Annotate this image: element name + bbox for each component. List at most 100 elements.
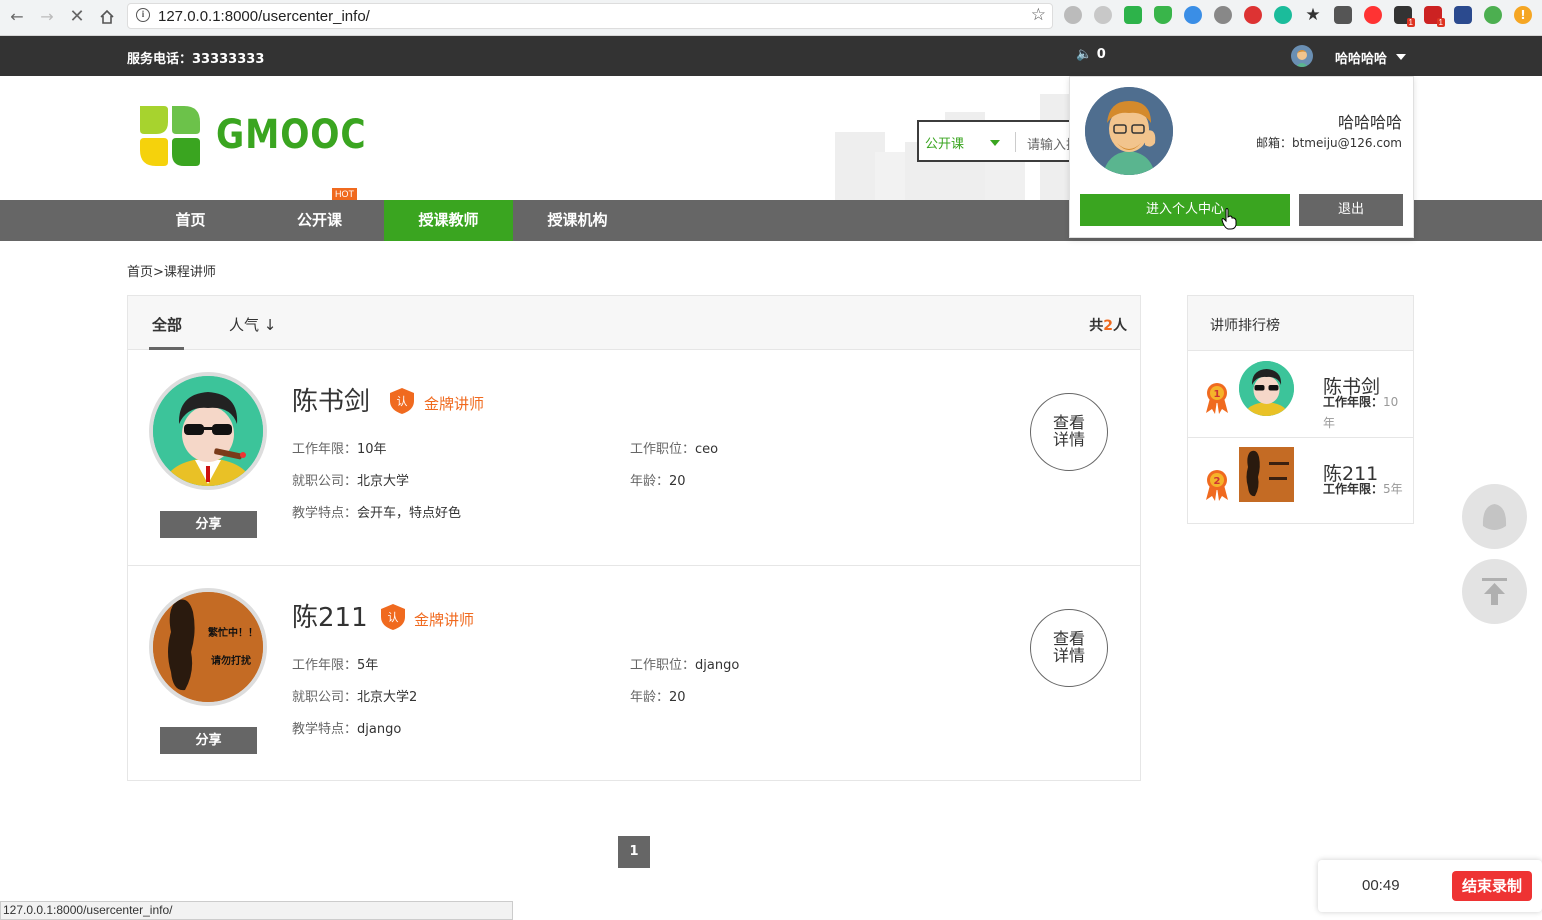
- tab-popularity[interactable]: 人气 ↓: [229, 314, 276, 335]
- ranking-years: 工作年限：5年: [1323, 482, 1403, 496]
- sort-tabs: 全部 人气 ↓ 共2人: [128, 296, 1140, 350]
- logout-button[interactable]: 退出: [1299, 194, 1403, 226]
- svg-text:2: 2: [1214, 476, 1221, 487]
- ranking-header: 讲师排行榜: [1188, 296, 1413, 351]
- back-to-top-button[interactable]: [1462, 559, 1527, 624]
- bookmark-star-icon[interactable]: ☆: [1031, 5, 1046, 25]
- work-years: 工作年限：10年: [292, 442, 387, 457]
- back-icon[interactable]: ←: [6, 6, 28, 28]
- breadcrumb: 首页>课程讲师: [127, 261, 216, 280]
- teacher-ranking: 讲师排行榜 1 陈书剑 工作年限：10年 2 陈211 工作年限：5年: [1187, 295, 1414, 524]
- extension-sync-icon[interactable]: [1274, 6, 1292, 24]
- speaker-icon: 🔈: [1076, 47, 1093, 62]
- arrow-up-icon: [1482, 578, 1507, 605]
- extension-block-icon[interactable]: [1244, 6, 1262, 24]
- extension-circle-icon[interactable]: [1094, 6, 1112, 24]
- gold-badge-icon: 认: [390, 388, 414, 414]
- teacher-row: 分享 陈书剑 认 金牌讲师 工作年限：10年 工作职位：ceo 就职公司：北京大…: [128, 351, 1140, 566]
- nav-item-teachers[interactable]: 授课教师: [384, 200, 513, 241]
- extension-arrow-icon[interactable]: [1454, 6, 1472, 24]
- breadcrumb-current: 课程讲师: [163, 265, 216, 280]
- share-button[interactable]: 分享: [160, 511, 257, 538]
- dropdown-email: 邮箱：btmeiju@126.com: [1255, 136, 1402, 150]
- company: 就职公司：北京大学2: [292, 690, 418, 705]
- home-icon[interactable]: [96, 6, 118, 28]
- extension-weibo-icon[interactable]: [1214, 6, 1232, 24]
- enter-user-center-button[interactable]: 进入个人中心: [1080, 194, 1290, 226]
- address-bar[interactable]: i 127.0.0.1:8000/usercenter_info/ ☆: [127, 3, 1053, 29]
- message-indicator[interactable]: 🔈 0: [1076, 47, 1106, 62]
- page-number-current[interactable]: 1: [618, 836, 650, 868]
- address-url[interactable]: 127.0.0.1:8000/usercenter_info/: [158, 8, 370, 25]
- user-avatar-small[interactable]: [1291, 45, 1313, 67]
- user-dropdown-menu: 哈哈哈哈 邮箱：btmeiju@126.com 进入个人中心 退出: [1069, 76, 1414, 238]
- search-box[interactable]: 公开课 请输入搜: [917, 120, 1079, 162]
- stop-loading-icon[interactable]: ✕: [66, 6, 88, 28]
- teaching-feature: 教学特点：会开车，特点好色: [292, 506, 462, 521]
- user-menu-caret-icon[interactable]: [1396, 54, 1406, 60]
- teacher-avatar[interactable]: [149, 372, 267, 490]
- extension-alert-icon[interactable]: !: [1514, 6, 1532, 24]
- stop-recording-button[interactable]: 结束录制: [1452, 871, 1532, 901]
- logo-text[interactable]: GMOOC: [216, 112, 367, 158]
- active-tab-indicator: [149, 347, 184, 350]
- teacher-name[interactable]: 陈211: [292, 597, 368, 634]
- recording-timer: 00:49: [1362, 877, 1400, 894]
- breadcrumb-home[interactable]: 首页: [127, 265, 153, 280]
- tab-all[interactable]: 全部: [152, 314, 182, 335]
- svg-text:认: 认: [397, 395, 408, 408]
- extension-shield-icon[interactable]: [1124, 6, 1142, 24]
- share-button[interactable]: 分享: [160, 727, 257, 754]
- teaching-feature: 教学特点：django: [292, 722, 402, 737]
- age: 年龄：20: [630, 474, 686, 489]
- user-avatar[interactable]: [1085, 87, 1173, 175]
- ranking-item[interactable]: 2 陈211 工作年限：5年: [1188, 439, 1413, 525]
- message-count: 0: [1096, 47, 1106, 62]
- search-category-select[interactable]: 公开课: [925, 133, 964, 152]
- browser-status-bar: 127.0.0.1:8000/usercenter_info/: [0, 901, 513, 920]
- age: 年龄：20: [630, 690, 686, 705]
- logo-icon[interactable]: [138, 104, 202, 168]
- teacher-name[interactable]: 陈书剑: [292, 381, 370, 418]
- extension-infinity-icon[interactable]: [1364, 6, 1382, 24]
- svg-text:认: 认: [388, 611, 399, 624]
- site-info-icon[interactable]: i: [136, 8, 150, 22]
- nav-item-organizations[interactable]: 授课机构: [513, 200, 642, 241]
- forward-icon[interactable]: →: [36, 6, 58, 28]
- extension-qr-icon[interactable]: [1334, 6, 1352, 24]
- divider: [1015, 132, 1016, 152]
- ranking-title: 讲师排行榜: [1210, 318, 1280, 334]
- extension-star-icon[interactable]: ★: [1304, 6, 1322, 24]
- extension-leaf-icon[interactable]: [1184, 6, 1202, 24]
- dropdown-username: 哈哈哈哈: [1337, 113, 1402, 132]
- nav-item-home[interactable]: 首页: [126, 200, 255, 241]
- hot-badge: HOT: [332, 188, 357, 200]
- chevron-down-icon[interactable]: [990, 140, 1000, 146]
- ranking-years: 工作年限：10年: [1323, 395, 1399, 430]
- position: 工作职位：ceo: [630, 442, 719, 457]
- extension-parachute-icon[interactable]: [1064, 6, 1082, 24]
- medal-icon: 1: [1206, 383, 1228, 414]
- avatar-dnd-text: 请勿打扰: [211, 654, 251, 667]
- view-details-button[interactable]: 查看 详情: [1030, 609, 1108, 687]
- ranking-avatar[interactable]: [1239, 361, 1294, 416]
- work-years: 工作年限：5年: [292, 658, 379, 673]
- teacher-avatar[interactable]: 繁忙中！！ 请勿打扰: [149, 588, 267, 706]
- breadcrumb-separator: >: [153, 265, 164, 280]
- nav-item-courses[interactable]: 公开课: [255, 200, 384, 241]
- teacher-row: 繁忙中！！ 请勿打扰 分享 陈211 认 金牌讲师 工作年限：5年 工作职位：d…: [128, 567, 1140, 782]
- extension-shield-check-icon[interactable]: [1154, 6, 1172, 24]
- service-phone: 服务电话：33333333: [127, 52, 265, 67]
- qq-contact-button[interactable]: [1462, 484, 1527, 549]
- teacher-list: 全部 人气 ↓ 共2人 分享 陈书剑 认 金牌讲师 工作年限：10年 工作职位：…: [127, 295, 1141, 781]
- browser-toolbar: ← → ✕ i 127.0.0.1:8000/usercenter_info/ …: [0, 0, 1542, 36]
- extension-feather-icon[interactable]: [1484, 6, 1502, 24]
- extension-red-badge-icon[interactable]: 1: [1424, 6, 1445, 27]
- ranking-item[interactable]: 1 陈书剑 工作年限：10年: [1188, 352, 1413, 438]
- view-details-button[interactable]: 查看 详情: [1030, 393, 1108, 471]
- ranking-avatar[interactable]: [1239, 447, 1294, 502]
- top-bar: 服务电话：33333333 🔈 0 哈哈哈哈: [0, 36, 1542, 76]
- company: 就职公司：北京大学: [292, 474, 410, 489]
- username[interactable]: 哈哈哈哈: [1335, 48, 1387, 67]
- extension-badge-icon[interactable]: 1: [1394, 6, 1415, 27]
